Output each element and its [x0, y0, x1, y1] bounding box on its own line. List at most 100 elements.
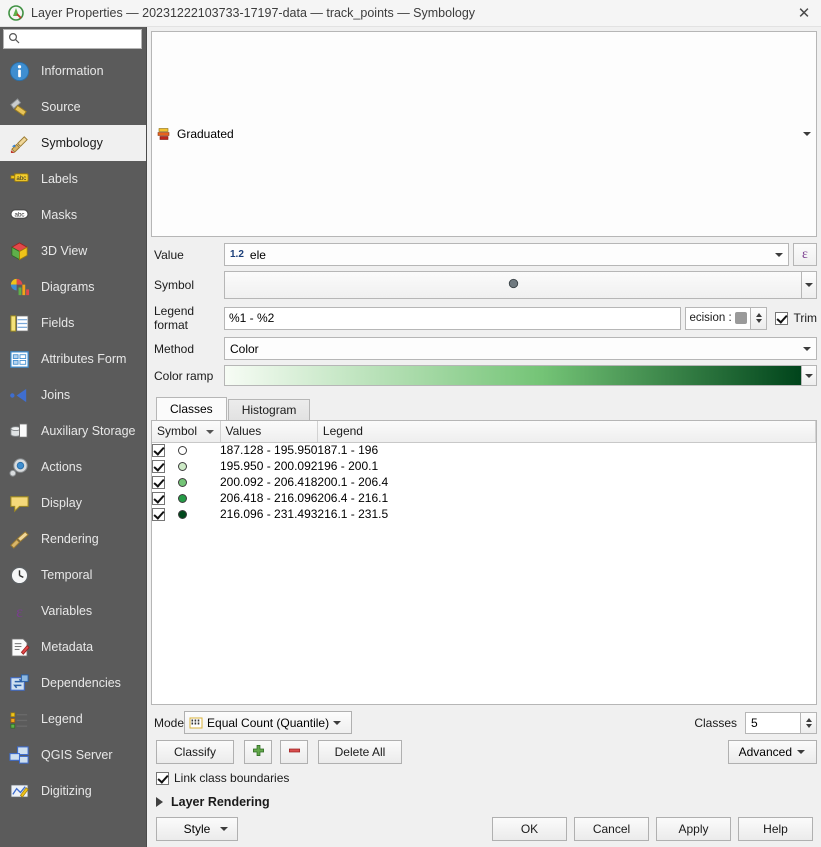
sidebar-item-label: Digitizing [41, 784, 92, 798]
attributes-form-icon [7, 347, 31, 371]
class-visibility-checkbox[interactable] [152, 475, 165, 489]
precision-spinbox[interactable]: ecision : [685, 306, 752, 330]
search-input[interactable] [23, 32, 137, 46]
trim-checkbox[interactable] [775, 311, 789, 325]
symbol-dropdown-arrow[interactable] [802, 271, 817, 299]
symbol-preview-button[interactable] [224, 271, 802, 299]
close-icon[interactable]: ✕ [791, 2, 817, 24]
delete-all-button[interactable]: Delete All [318, 740, 402, 764]
advanced-button[interactable]: Advanced [727, 740, 817, 764]
column-header-legend[interactable]: Legend [317, 421, 816, 443]
class-legend-cell[interactable]: 206.4 - 216.1 [317, 490, 815, 506]
class-values-cell[interactable]: 200.092 - 206.418 [220, 474, 317, 490]
classes-histogram-tabs: Classes Histogram [151, 397, 817, 420]
sidebar-item-masks[interactable]: abc Masks [0, 197, 146, 233]
sidebar-item-temporal[interactable]: Temporal [0, 557, 146, 593]
precision-clear-icon[interactable] [734, 312, 747, 324]
sidebar-item-qgis-server[interactable]: QGIS Server [0, 737, 146, 773]
help-button[interactable]: Help [738, 817, 813, 841]
link-class-boundaries-checkbox[interactable] [156, 771, 169, 785]
sidebar-item-dependencies[interactable]: Dependencies [0, 665, 146, 701]
class-color-swatch-icon[interactable] [178, 477, 187, 487]
renderer-type-combo[interactable]: Graduated [151, 31, 817, 237]
class-values-cell[interactable]: 206.418 - 216.096 [220, 490, 317, 506]
tab-histogram[interactable]: Histogram [227, 399, 311, 420]
class-symbol-cell[interactable] [152, 474, 220, 490]
layer-rendering-section[interactable]: Layer Rendering [156, 795, 817, 809]
class-legend-cell[interactable]: 216.1 - 231.5 [317, 506, 815, 522]
class-values-cell[interactable]: 195.950 - 200.092 [220, 458, 317, 474]
classify-button[interactable]: Classify [156, 740, 234, 764]
footer-buttons: OK Cancel Apply Help [492, 817, 813, 841]
table-row[interactable]: 206.418 - 216.096 206.4 - 216.1 [152, 490, 816, 506]
sidebar-item-display[interactable]: Display [0, 485, 146, 521]
class-legend-cell[interactable]: 200.1 - 206.4 [317, 474, 815, 490]
mode-combo[interactable]: Equal Count (Quantile) [184, 711, 353, 734]
sidebar-item-label: Labels [41, 172, 78, 186]
add-class-button[interactable] [244, 740, 272, 764]
class-legend-cell[interactable]: 196 - 200.1 [317, 458, 815, 474]
class-color-swatch-icon[interactable] [178, 445, 187, 455]
expression-builder-button[interactable]: ε [793, 243, 817, 266]
class-values-cell[interactable]: 187.128 - 195.950 [220, 442, 317, 458]
table-row[interactable]: 216.096 - 231.493 216.1 - 231.5 [152, 506, 816, 522]
table-row[interactable]: 200.092 - 206.418 200.1 - 206.4 [152, 474, 816, 490]
class-visibility-checkbox[interactable] [152, 459, 165, 473]
class-legend-cell[interactable]: 187.1 - 196 [317, 442, 815, 458]
legend-format-input[interactable]: %1 - %2 [224, 306, 682, 330]
sidebar-item-digitizing[interactable]: Digitizing [0, 773, 146, 809]
class-symbol-cell[interactable] [152, 490, 220, 506]
sidebar-item-information[interactable]: Information [0, 53, 146, 89]
table-row[interactable]: 195.950 - 200.092 196 - 200.1 [152, 458, 816, 474]
tab-classes[interactable]: Classes [156, 397, 227, 420]
sidebar-item-label: Attributes Form [41, 352, 127, 366]
sidebar-item-joins[interactable]: Joins [0, 377, 146, 413]
delete-class-button[interactable] [280, 740, 308, 764]
sidebar-item-label: Diagrams [41, 280, 95, 294]
sidebar-item-fields[interactable]: Fields [0, 305, 146, 341]
sidebar-item-3d-view[interactable]: 3D View [0, 233, 146, 269]
sidebar-item-actions[interactable]: Actions [0, 449, 146, 485]
table-row[interactable]: 187.128 - 195.950 187.1 - 196 [152, 442, 816, 458]
class-symbol-cell[interactable] [152, 506, 220, 522]
digitizing-icon [7, 779, 31, 803]
ok-button[interactable]: OK [492, 817, 567, 841]
sidebar-item-source[interactable]: Source [0, 89, 146, 125]
class-color-swatch-icon[interactable] [178, 509, 187, 519]
column-header-symbol[interactable]: Symbol [152, 421, 221, 443]
precision-stepper[interactable] [751, 306, 768, 330]
symbol-row: Symbol [151, 271, 817, 299]
class-visibility-checkbox[interactable] [152, 491, 165, 505]
style-button[interactable]: Style [156, 817, 238, 841]
value-field-combo[interactable]: 1.2 ele [224, 243, 789, 266]
sidebar-item-symbology[interactable]: Symbology [0, 125, 146, 161]
sidebar-item-variables[interactable]: ε Variables [0, 593, 146, 629]
sidebar-item-labels[interactable]: abc Labels [0, 161, 146, 197]
class-visibility-checkbox[interactable] [152, 443, 165, 457]
sidebar-item-auxiliary-storage[interactable]: Auxiliary Storage [0, 413, 146, 449]
sidebar-item-metadata[interactable]: Metadata [0, 629, 146, 665]
class-symbol-cell[interactable] [152, 458, 220, 474]
sidebar-item-label: Temporal [41, 568, 93, 582]
class-values-cell[interactable]: 216.096 - 231.493 [220, 506, 317, 522]
color-ramp-dropdown-arrow[interactable] [802, 365, 817, 386]
sidebar-item-rendering[interactable]: Rendering [0, 521, 146, 557]
3d-view-cube-icon [7, 239, 31, 263]
column-header-values[interactable]: Values [220, 421, 318, 443]
sidebar-item-legend[interactable]: Legend [0, 701, 146, 737]
classes-count-stepper[interactable] [801, 711, 817, 734]
sidebar-item-diagrams[interactable]: Diagrams [0, 269, 146, 305]
search-box[interactable] [3, 29, 142, 49]
class-color-swatch-icon[interactable] [178, 493, 187, 503]
color-ramp-swatch[interactable] [224, 365, 802, 386]
cancel-button[interactable]: Cancel [574, 817, 649, 841]
class-color-swatch-icon[interactable] [178, 461, 187, 471]
class-visibility-checkbox[interactable] [152, 507, 165, 521]
method-combo[interactable]: Color [224, 337, 817, 360]
quantile-icon [189, 716, 203, 730]
sidebar-item-attributes-form[interactable]: Attributes Form [0, 341, 146, 377]
sidebar: Information Source Symbology abc Labels abc Ma… [0, 27, 147, 847]
apply-button[interactable]: Apply [656, 817, 731, 841]
classes-count-value[interactable]: 5 [745, 711, 801, 734]
class-symbol-cell[interactable] [152, 442, 220, 458]
